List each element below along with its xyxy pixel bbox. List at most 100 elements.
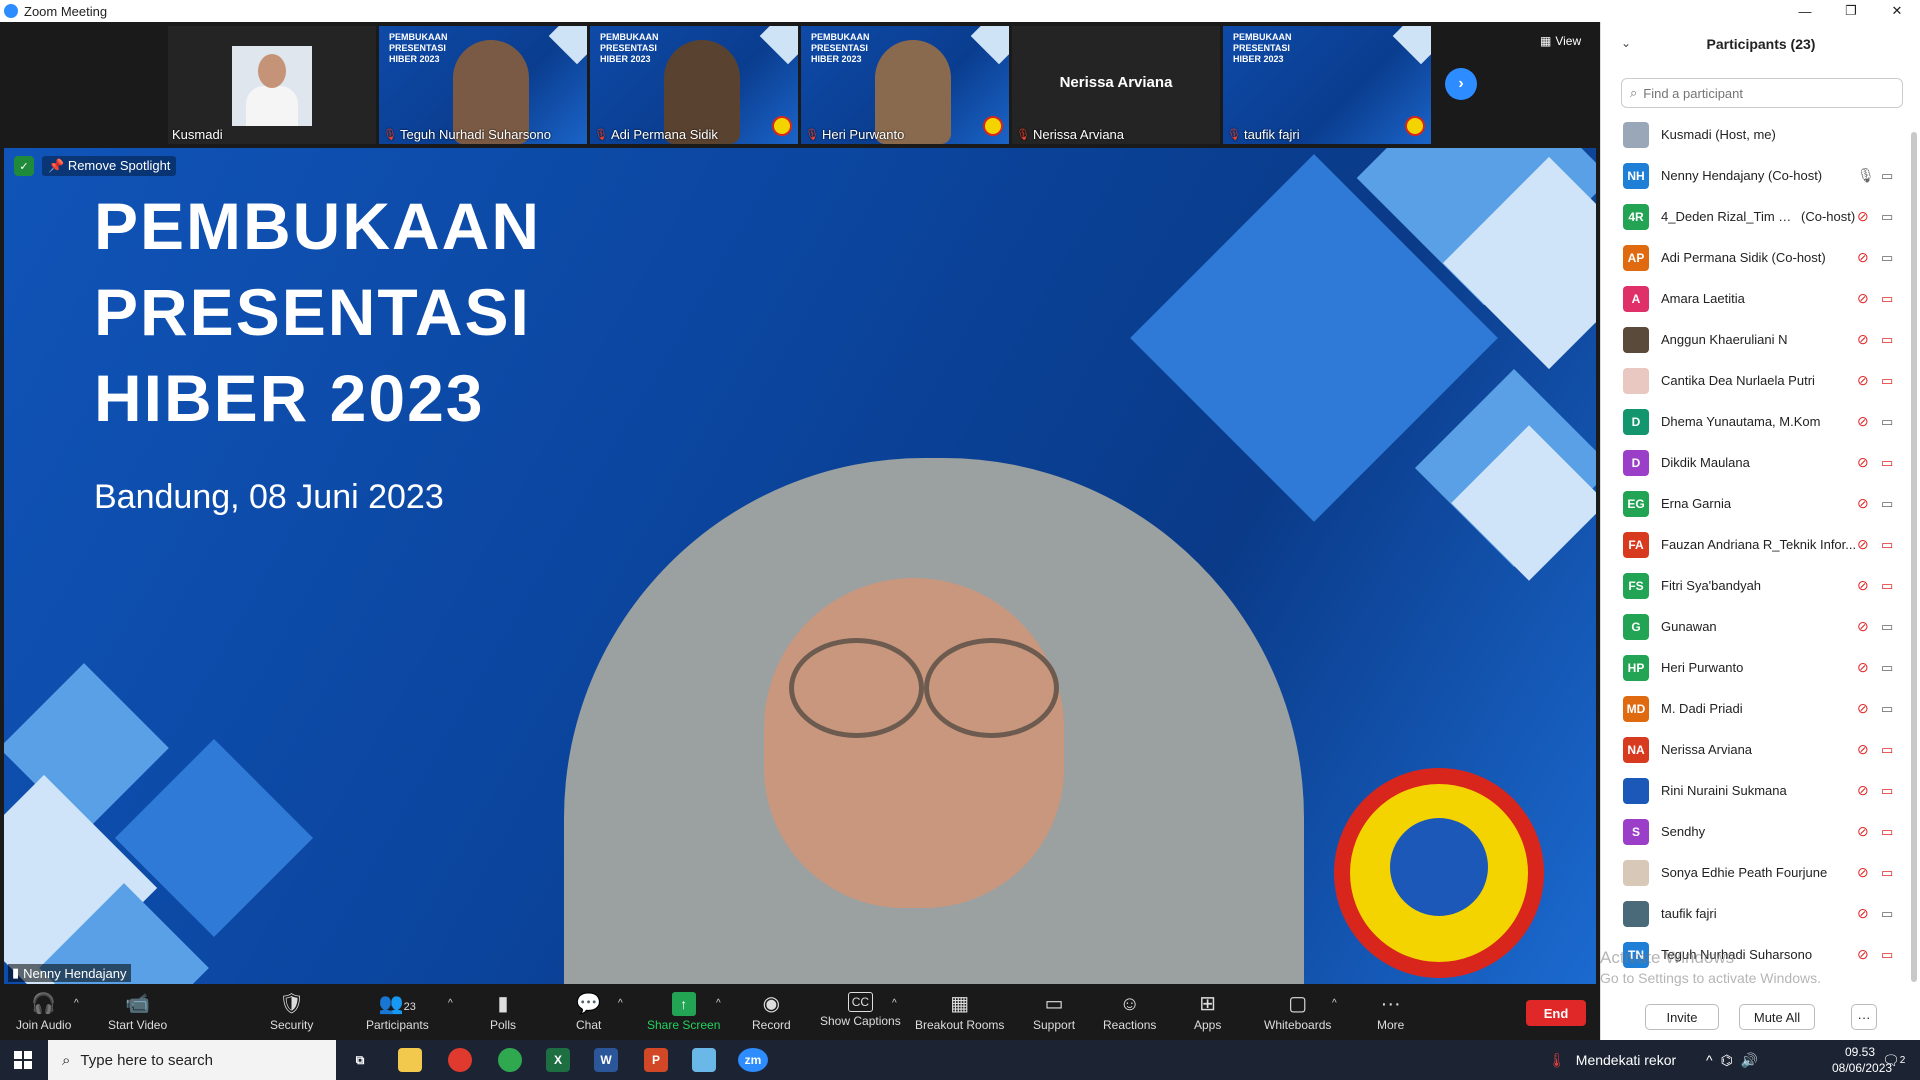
- mic-muted-icon[interactable]: ⊘: [1857, 864, 1869, 881]
- mic-muted-icon[interactable]: ⊘: [1857, 946, 1869, 963]
- mic-muted-icon[interactable]: ⊘: [1857, 249, 1869, 266]
- video-off-icon[interactable]: ▭: [1881, 455, 1893, 471]
- notes-icon[interactable]: [692, 1048, 716, 1072]
- system-tray[interactable]: ^ ⌬ 🔊: [1706, 1040, 1758, 1080]
- participant-row[interactable]: 4R 4_Deden Rizal_Tim P... (Co-host) ⊘ ▭: [1601, 196, 1911, 237]
- mic-muted-icon[interactable]: ⊘: [1857, 700, 1869, 717]
- chat-button[interactable]: 💬 Chat: [576, 992, 601, 1032]
- video-tile-teguh[interactable]: PEMBUKAAN PRESENTASI HIBER 2023 🎙 Teguh Nur…: [379, 26, 587, 144]
- mic-muted-icon[interactable]: ⊘: [1857, 905, 1869, 922]
- video-icon[interactable]: ▭: [1881, 906, 1893, 922]
- video-off-icon[interactable]: ▭: [1881, 373, 1893, 389]
- video-off-icon[interactable]: ▭: [1881, 824, 1893, 840]
- word-icon[interactable]: W: [594, 1048, 618, 1072]
- participant-row[interactable]: NH Nenny Hendajany (Co-host) 🎙 ▭: [1601, 155, 1911, 196]
- video-icon[interactable]: ▭: [1881, 209, 1893, 225]
- video-off-icon[interactable]: ▭: [1881, 291, 1893, 307]
- participant-row[interactable]: Rini Nuraini Sukmana ⊘ ▭: [1601, 770, 1911, 811]
- video-icon[interactable]: ▭: [1881, 250, 1893, 266]
- taskbar-search[interactable]: ⌕ Type here to search: [48, 1040, 336, 1080]
- mic-muted-icon[interactable]: ⊘: [1857, 741, 1869, 758]
- video-icon[interactable]: ▭: [1881, 660, 1893, 676]
- close-button[interactable]: ✕: [1874, 0, 1920, 22]
- support-button[interactable]: ▭ Support: [1033, 992, 1075, 1032]
- end-meeting-button[interactable]: End: [1526, 1000, 1586, 1026]
- participant-row[interactable]: Kusmadi (Host, me): [1601, 114, 1911, 155]
- participant-search[interactable]: ⌕: [1621, 78, 1903, 108]
- windows-start-icon[interactable]: [14, 1051, 32, 1069]
- audio-options-caret[interactable]: ^: [74, 998, 79, 1009]
- weather-widget[interactable]: 🌡 Mendekati rekor: [1548, 1040, 1676, 1080]
- participant-row[interactable]: FS Fitri Sya'bandyah ⊘ ▭: [1601, 565, 1911, 606]
- view-button[interactable]: ▦ View: [1540, 34, 1581, 48]
- chat-options-caret[interactable]: ^: [618, 998, 623, 1009]
- mute-all-button[interactable]: Mute All: [1739, 1004, 1815, 1030]
- video-tile-taufik[interactable]: PEMBUKAAN PRESENTASI HIBER 2023 🎙 taufik fa…: [1223, 26, 1431, 144]
- participant-row[interactable]: D Dhema Yunautama, M.Kom ⊘ ▭: [1601, 401, 1911, 442]
- mic-muted-icon[interactable]: ⊘: [1857, 331, 1869, 348]
- share-screen-button[interactable]: ↑ Share Screen: [647, 992, 720, 1032]
- reactions-button[interactable]: ☺ Reactions: [1103, 992, 1156, 1032]
- file-explorer-icon[interactable]: [398, 1048, 422, 1072]
- main-video-spotlight[interactable]: PEMBUKAAN PRESENTASI HIBER 2023 Bandung,…: [4, 148, 1596, 984]
- more-button[interactable]: ··· More: [1377, 992, 1404, 1032]
- start-video-button[interactable]: 📹 Start Video: [108, 992, 167, 1032]
- mic-muted-icon[interactable]: ⊘: [1857, 618, 1869, 635]
- video-icon[interactable]: ▭: [1881, 619, 1893, 635]
- minimize-button[interactable]: —: [1782, 0, 1828, 22]
- video-off-icon[interactable]: ▭: [1881, 783, 1893, 799]
- security-button[interactable]: 🛡 Security: [270, 992, 313, 1032]
- participant-row[interactable]: FA Fauzan Andriana R_Teknik Infor... ⊘ ▭: [1601, 524, 1911, 565]
- video-tile-nerissa[interactable]: Nerissa Arviana 🎙 Nerissa Arviana: [1012, 26, 1220, 144]
- video-icon[interactable]: ▭: [1881, 168, 1893, 184]
- breakout-rooms-button[interactable]: ▦ Breakout Rooms: [915, 992, 1004, 1032]
- chrome-icon[interactable]: [448, 1048, 472, 1072]
- remove-spotlight-button[interactable]: 📌 Remove Spotlight: [42, 156, 177, 176]
- video-tile-heri[interactable]: PEMBUKAAN PRESENTASI HIBER 2023 🎙 Heri Purw…: [801, 26, 1009, 144]
- polls-button[interactable]: ▮ Polls: [490, 992, 516, 1032]
- video-off-icon[interactable]: ▭: [1881, 332, 1893, 348]
- join-audio-button[interactable]: 🎧 Join Audio: [16, 992, 71, 1032]
- whiteboards-button[interactable]: ▢ Whiteboards: [1264, 992, 1331, 1032]
- share-options-caret[interactable]: ^: [716, 998, 721, 1009]
- mic-muted-icon[interactable]: ⊘: [1857, 495, 1869, 512]
- captions-options-caret[interactable]: ^: [892, 998, 897, 1009]
- video-off-icon[interactable]: ▭: [1881, 865, 1893, 881]
- record-button[interactable]: ◉ Record: [752, 992, 791, 1032]
- mic-muted-icon[interactable]: ⊘: [1857, 659, 1869, 676]
- participant-row[interactable]: Sonya Edhie Peath Fourjune ⊘ ▭: [1601, 852, 1911, 893]
- video-tile-kusmadi[interactable]: Kusmadi: [168, 26, 376, 144]
- panel-scrollbar[interactable]: [1911, 132, 1917, 982]
- participants-button[interactable]: 👥23 Participants: [366, 992, 429, 1032]
- participant-row[interactable]: A Amara Laetitia ⊘ ▭: [1601, 278, 1911, 319]
- apps-button[interactable]: ⊞ Apps: [1194, 992, 1221, 1032]
- participant-row[interactable]: Anggun Khaeruliani N ⊘ ▭: [1601, 319, 1911, 360]
- participant-row[interactable]: D Dikdik Maulana ⊘ ▭: [1601, 442, 1911, 483]
- maximize-button[interactable]: ❐: [1828, 0, 1874, 22]
- video-off-icon[interactable]: ▭: [1881, 947, 1893, 963]
- video-icon[interactable]: ▭: [1881, 701, 1893, 717]
- participant-row[interactable]: EG Erna Garnia ⊘ ▭: [1601, 483, 1911, 524]
- participant-row[interactable]: AP Adi Permana Sidik (Co-host) ⊘ ▭: [1601, 237, 1911, 278]
- task-view-icon[interactable]: ⧉: [348, 1048, 372, 1072]
- video-icon[interactable]: ▭: [1881, 414, 1893, 430]
- video-off-icon[interactable]: ▭: [1881, 578, 1893, 594]
- powerpoint-icon[interactable]: P: [644, 1048, 668, 1072]
- mic-muted-icon[interactable]: ⊘: [1857, 536, 1869, 553]
- taskbar-clock[interactable]: 09.53 08/06/2023: [1832, 1044, 1892, 1076]
- next-page-button[interactable]: ›: [1445, 68, 1477, 100]
- mic-icon[interactable]: 🎙: [1857, 167, 1875, 184]
- participant-row[interactable]: G Gunawan ⊘ ▭: [1601, 606, 1911, 647]
- zoom-taskbar-icon[interactable]: zm: [738, 1048, 768, 1072]
- video-off-icon[interactable]: ▭: [1881, 537, 1893, 553]
- mic-muted-icon[interactable]: ⊘: [1857, 372, 1869, 389]
- participant-row[interactable]: NA Nerissa Arviana ⊘ ▭: [1601, 729, 1911, 770]
- invite-button[interactable]: Invite: [1645, 1004, 1719, 1030]
- chrome-profile-icon[interactable]: [498, 1048, 522, 1072]
- more-options-button[interactable]: ···: [1851, 1004, 1877, 1030]
- mic-muted-icon[interactable]: ⊘: [1857, 208, 1869, 225]
- participant-row[interactable]: taufik fajri ⊘ ▭: [1601, 893, 1911, 934]
- excel-icon[interactable]: X: [546, 1048, 570, 1072]
- whiteboards-options-caret[interactable]: ^: [1332, 998, 1337, 1009]
- participant-row[interactable]: HP Heri Purwanto ⊘ ▭: [1601, 647, 1911, 688]
